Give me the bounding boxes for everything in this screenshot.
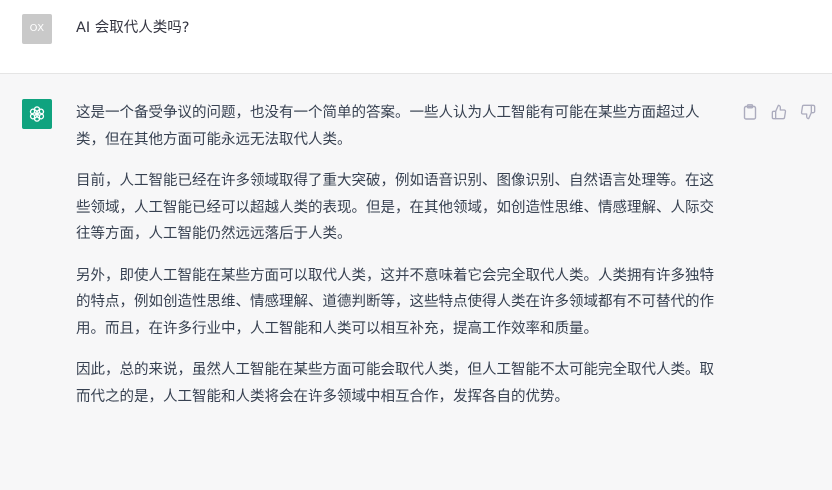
user-question: AI 会取代人类吗? — [76, 20, 190, 36]
assistant-answer: 这是一个备受争议的问题，也没有一个简单的答案。一些人认为人工智能有可能在某些方面… — [76, 100, 722, 425]
message-actions — [740, 102, 818, 122]
thumbs-down-icon — [800, 104, 816, 120]
answer-paragraph: 目前，人工智能已经在许多领域取得了重大突破，例如语音识别、图像识别、自然语言处理… — [76, 173, 714, 242]
thumbs-up-button[interactable] — [769, 102, 789, 122]
openai-logo-icon — [22, 99, 52, 129]
user-avatar: OX — [22, 14, 52, 44]
thumbs-down-button[interactable] — [798, 102, 818, 122]
answer-paragraph: 这是一个备受争议的问题，也没有一个简单的答案。一些人认为人工智能有可能在某些方面… — [76, 105, 700, 148]
copy-button[interactable] — [740, 102, 760, 122]
user-message: OX AI 会取代人类吗? — [0, 0, 832, 74]
clipboard-icon — [743, 104, 757, 120]
chat-thread: OX AI 会取代人类吗? 这是一个备受争议的问题，也没有一个简单的答案。一些人… — [0, 0, 832, 490]
answer-paragraph: 因此，总的来说，虽然人工智能在某些方面可能会取代人类，但人工智能不太可能完全取代… — [76, 362, 714, 405]
assistant-message: 这是一个备受争议的问题，也没有一个简单的答案。一些人认为人工智能有可能在某些方面… — [0, 74, 832, 490]
thumbs-up-icon — [771, 104, 787, 120]
answer-paragraph: 另外，即使人工智能在某些方面可以取代人类，这并不意味着它会完全取代人类。人类拥有… — [76, 267, 714, 337]
